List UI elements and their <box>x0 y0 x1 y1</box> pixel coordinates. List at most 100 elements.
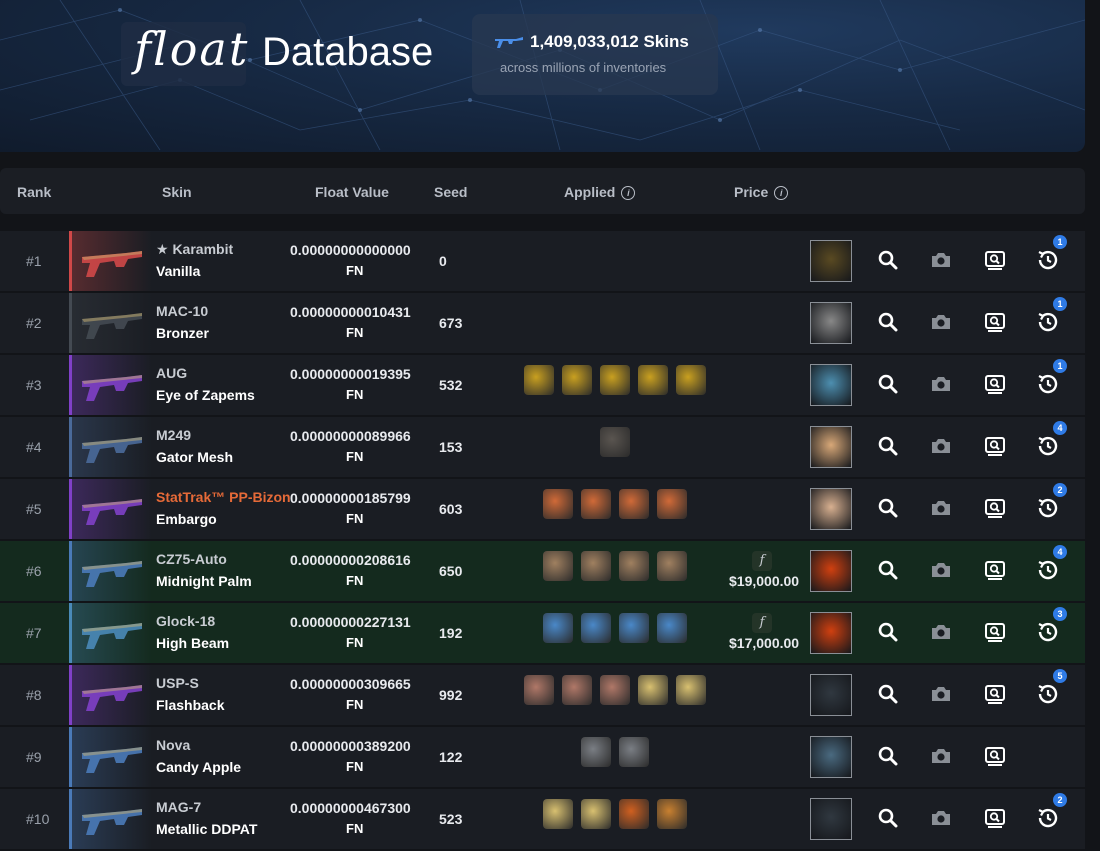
table-row[interactable]: #2 MAC-10 Bronzer 0.00000000010431 FN 67… <box>0 293 1085 353</box>
owner-avatar[interactable] <box>810 364 852 406</box>
search-icon[interactable] <box>876 248 900 272</box>
inspect-icon[interactable] <box>983 310 1007 334</box>
sticker-icon[interactable] <box>638 365 668 395</box>
search-icon[interactable] <box>876 744 900 768</box>
skin-thumbnail[interactable] <box>69 417 152 477</box>
table-row[interactable]: #9 Nova Candy Apple 0.00000000389200 FN … <box>0 727 1085 787</box>
owner-avatar[interactable] <box>810 798 852 840</box>
sticker-icon[interactable] <box>524 675 554 705</box>
skin-name[interactable]: Midnight Palm <box>156 573 252 589</box>
skin-thumbnail[interactable] <box>69 665 152 725</box>
weapon-name[interactable]: Nova <box>156 737 190 753</box>
history-icon[interactable] <box>1036 310 1060 334</box>
weapon-name[interactable]: CZ75-Auto <box>156 551 227 567</box>
sticker-icon[interactable] <box>581 799 611 829</box>
camera-icon[interactable] <box>929 310 953 334</box>
sticker-icon[interactable] <box>581 489 611 519</box>
column-rank[interactable]: Rank <box>17 184 51 200</box>
table-row[interactable]: #10 MAG-7 Metallic DDPAT 0.0000000046730… <box>0 789 1085 849</box>
sticker-icon[interactable] <box>657 489 687 519</box>
history-icon[interactable] <box>1036 248 1060 272</box>
camera-icon[interactable] <box>929 434 953 458</box>
sticker-icon[interactable] <box>581 737 611 767</box>
sticker-icon[interactable] <box>600 675 630 705</box>
inspect-icon[interactable] <box>983 434 1007 458</box>
weapon-name[interactable]: MAC-10 <box>156 303 208 319</box>
camera-icon[interactable] <box>929 682 953 706</box>
owner-avatar[interactable] <box>810 612 852 654</box>
column-skin[interactable]: Skin <box>162 184 192 200</box>
sticker-icon[interactable] <box>543 489 573 519</box>
history-icon[interactable] <box>1036 496 1060 520</box>
sticker-icon[interactable] <box>562 365 592 395</box>
skin-thumbnail[interactable] <box>69 355 152 415</box>
owner-avatar[interactable] <box>810 550 852 592</box>
sticker-icon[interactable] <box>657 551 687 581</box>
sticker-icon[interactable] <box>600 427 630 457</box>
skin-name[interactable]: Vanilla <box>156 263 200 279</box>
table-row[interactable]: #1 ★ Karambit Vanilla 0.00000000000000 F… <box>0 231 1085 291</box>
inspect-icon[interactable] <box>983 744 1007 768</box>
weapon-name[interactable]: ★ Karambit <box>156 241 233 258</box>
camera-icon[interactable] <box>929 372 953 396</box>
sticker-icon[interactable] <box>619 737 649 767</box>
history-icon[interactable] <box>1036 620 1060 644</box>
sticker-icon[interactable] <box>581 551 611 581</box>
history-icon[interactable] <box>1036 558 1060 582</box>
skin-thumbnail[interactable] <box>69 541 152 601</box>
owner-avatar[interactable] <box>810 488 852 530</box>
table-row[interactable]: #6 CZ75-Auto Midnight Palm 0.00000000208… <box>0 541 1085 601</box>
search-icon[interactable] <box>876 558 900 582</box>
sticker-icon[interactable] <box>676 675 706 705</box>
weapon-name[interactable]: Glock-18 <box>156 613 215 629</box>
column-float-value[interactable]: Float Value <box>315 184 389 200</box>
search-icon[interactable] <box>876 806 900 830</box>
sticker-icon[interactable] <box>657 613 687 643</box>
owner-avatar[interactable] <box>810 426 852 468</box>
skin-thumbnail[interactable] <box>69 727 152 787</box>
skin-name[interactable]: Candy Apple <box>156 759 241 775</box>
camera-icon[interactable] <box>929 558 953 582</box>
inspect-icon[interactable] <box>983 558 1007 582</box>
camera-icon[interactable] <box>929 620 953 644</box>
skin-name[interactable]: High Beam <box>156 635 229 651</box>
table-row[interactable]: #5 StatTrak™ PP-Bizon Embargo 0.00000000… <box>0 479 1085 539</box>
weapon-name[interactable]: M249 <box>156 427 191 443</box>
table-row[interactable]: #4 M249 Gator Mesh 0.00000000089966 FN 1… <box>0 417 1085 477</box>
sticker-icon[interactable] <box>676 365 706 395</box>
sticker-icon[interactable] <box>619 489 649 519</box>
skin-name[interactable]: Bronzer <box>156 325 209 341</box>
sticker-icon[interactable] <box>619 613 649 643</box>
skin-thumbnail[interactable] <box>69 603 152 663</box>
sticker-icon[interactable] <box>619 799 649 829</box>
skin-thumbnail[interactable] <box>69 479 152 539</box>
column-applied[interactable]: Applied i <box>564 184 636 201</box>
column-price[interactable]: Price i <box>734 184 789 201</box>
search-icon[interactable] <box>876 496 900 520</box>
skin-name[interactable]: Gator Mesh <box>156 449 233 465</box>
search-icon[interactable] <box>876 434 900 458</box>
camera-icon[interactable] <box>929 806 953 830</box>
skin-name[interactable]: Eye of Zapems <box>156 387 255 403</box>
history-icon[interactable] <box>1036 372 1060 396</box>
skin-thumbnail[interactable] <box>69 789 152 849</box>
camera-icon[interactable] <box>929 248 953 272</box>
table-row[interactable]: #7 Glock-18 High Beam 0.00000000227131 F… <box>0 603 1085 663</box>
camera-icon[interactable] <box>929 744 953 768</box>
table-row[interactable]: #3 AUG Eye of Zapems 0.00000000019395 FN… <box>0 355 1085 415</box>
history-icon[interactable] <box>1036 682 1060 706</box>
inspect-icon[interactable] <box>983 372 1007 396</box>
sticker-icon[interactable] <box>543 613 573 643</box>
owner-avatar[interactable] <box>810 302 852 344</box>
skin-thumbnail[interactable] <box>69 293 152 353</box>
skin-name[interactable]: Flashback <box>156 697 224 713</box>
table-row[interactable]: #8 USP-S Flashback 0.00000000309665 FN 9… <box>0 665 1085 725</box>
owner-avatar[interactable] <box>810 240 852 282</box>
owner-avatar[interactable] <box>810 674 852 716</box>
sticker-icon[interactable] <box>543 799 573 829</box>
history-icon[interactable] <box>1036 806 1060 830</box>
sticker-icon[interactable] <box>524 365 554 395</box>
info-icon[interactable]: i <box>774 186 789 201</box>
inspect-icon[interactable] <box>983 682 1007 706</box>
sticker-icon[interactable] <box>581 613 611 643</box>
